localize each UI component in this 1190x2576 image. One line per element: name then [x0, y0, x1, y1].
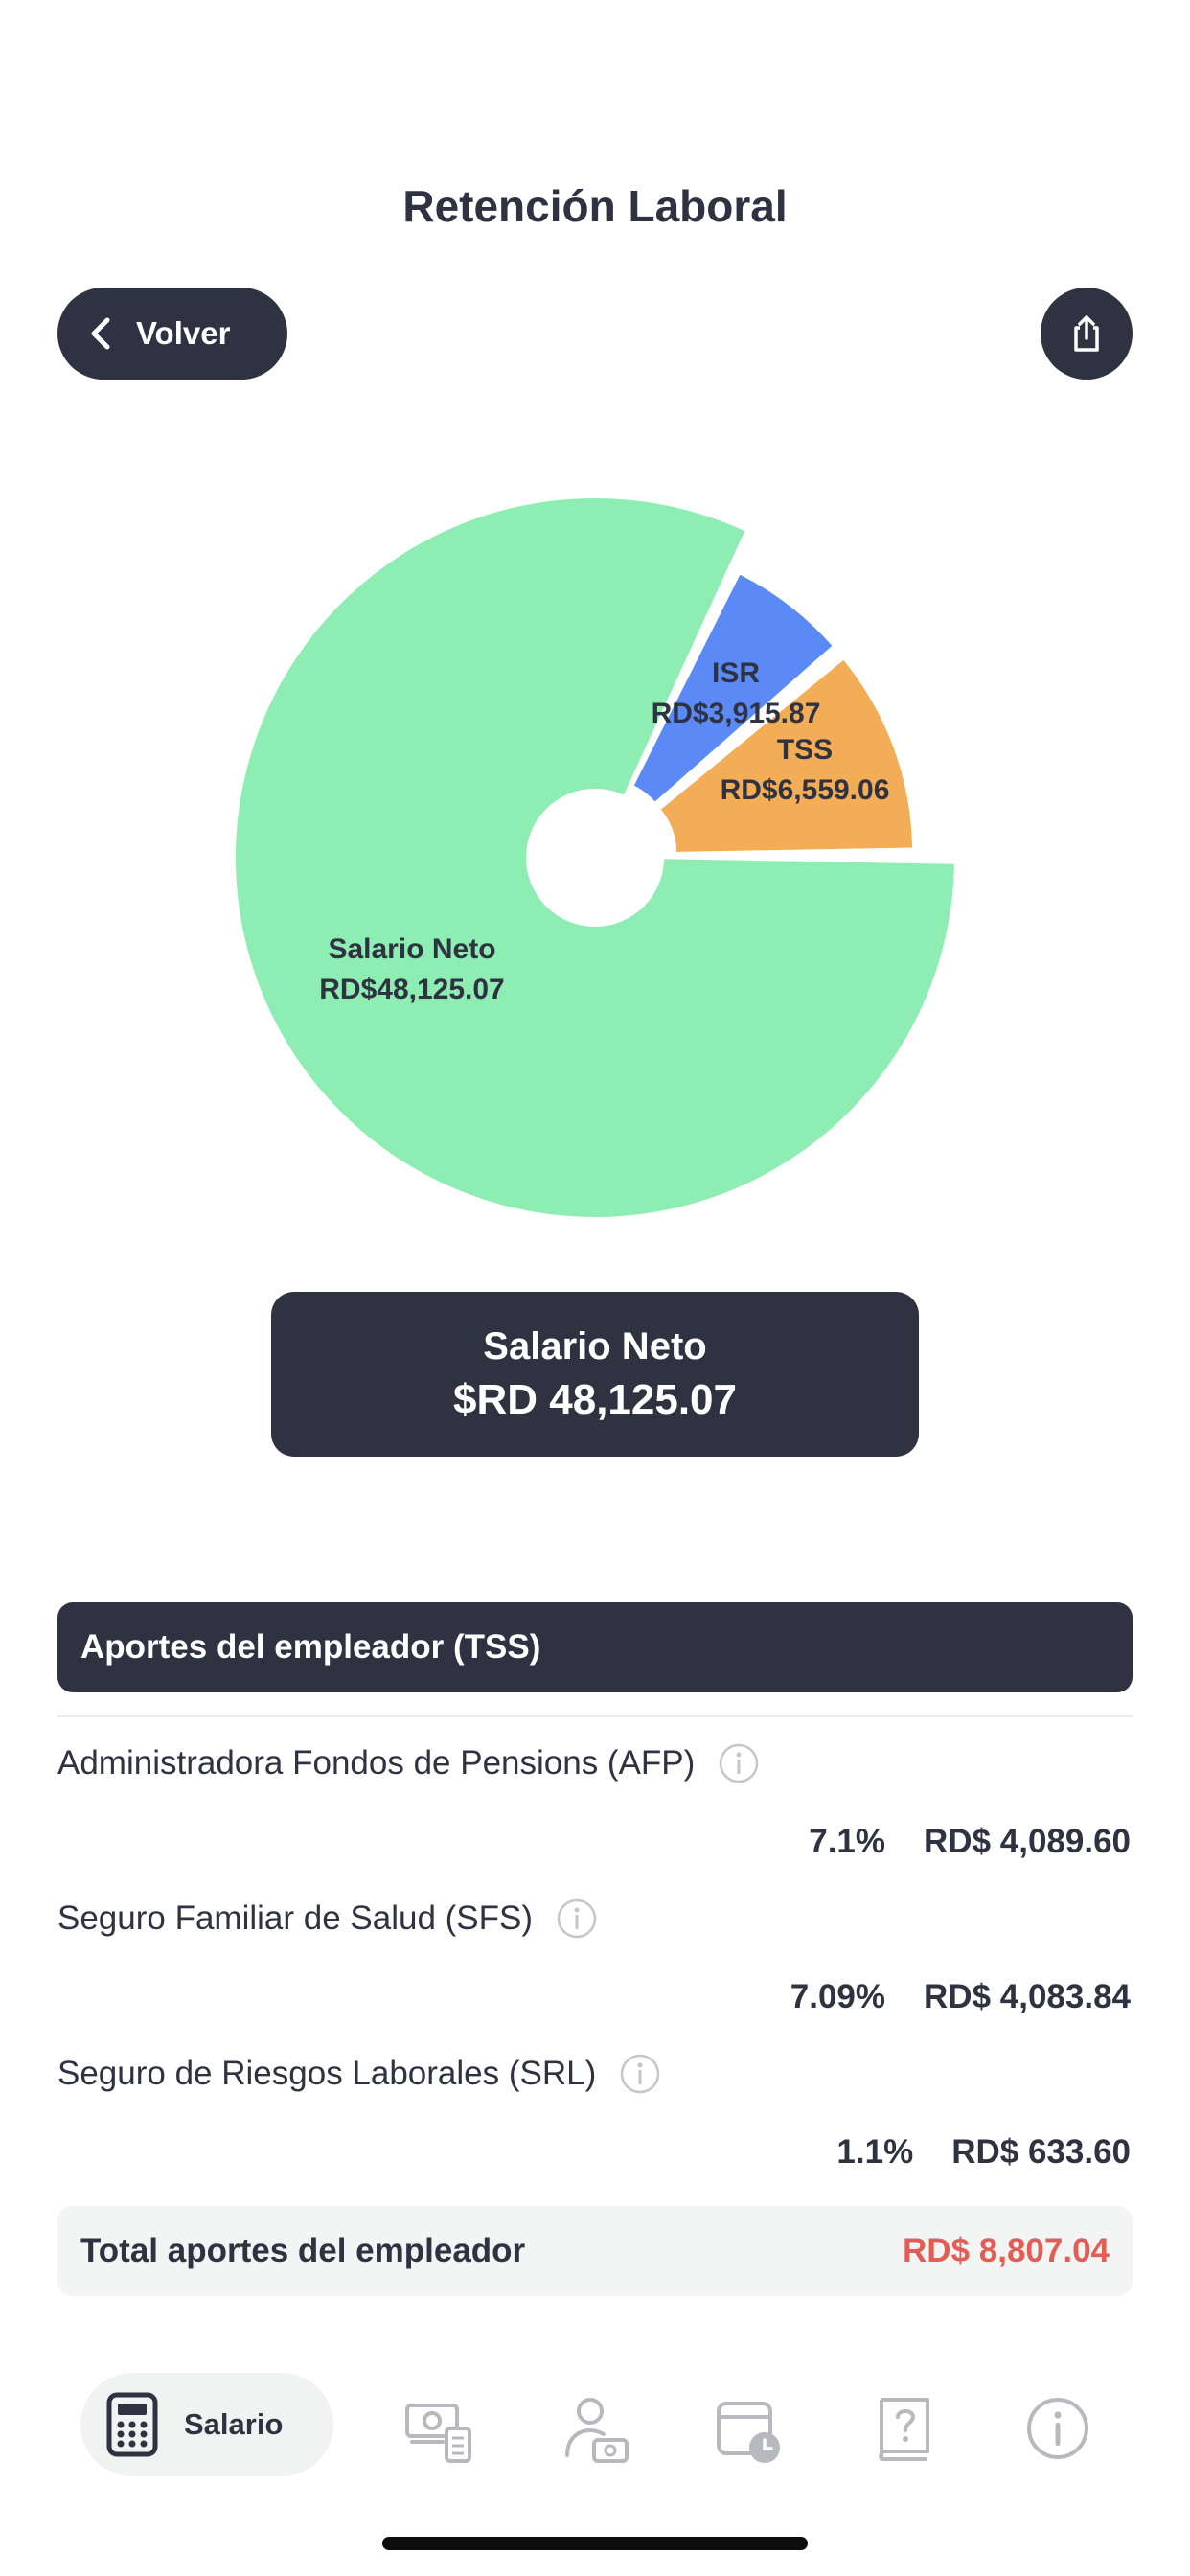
pie-label-isr: ISR: [712, 657, 760, 689]
net-salary-label: Salario Neto: [483, 1324, 707, 1368]
money-calculator-icon[interactable]: [404, 2396, 473, 2465]
afp-label: Administradora Fondos de Pensions (AFP): [57, 1744, 696, 1782]
chevron-left-icon: [91, 317, 110, 350]
net-salary-card: Salario Neto $RD 48,125.07: [271, 1292, 919, 1457]
pie-label-tss: TSS: [777, 734, 833, 766]
sfs-label: Seguro Familiar de Salud (SFS): [57, 1899, 534, 1937]
calendar-clock-icon[interactable]: [715, 2396, 784, 2465]
total-amount: RD$ 8,807.04: [903, 2232, 1110, 2269]
back-button-label: Volver: [136, 315, 231, 351]
net-salary-amount: $RD 48,125.07: [453, 1375, 737, 1423]
sfs-amount: RD$ 4,083.84: [924, 1978, 1131, 2015]
calculator-icon: [106, 2392, 158, 2457]
back-button[interactable]: Volver: [57, 288, 287, 380]
info-icon[interactable]: [1025, 2396, 1090, 2461]
tab-salario-label: Salario: [184, 2407, 284, 2441]
afp-percent: 7.1%: [809, 1823, 886, 1860]
afp-row: Administradora Fondos de Pensions (AFP): [57, 1742, 760, 1784]
total-label: Total aportes del empleador: [80, 2232, 526, 2269]
srl-percent: 1.1%: [836, 2133, 914, 2171]
srl-row: Seguro de Riesgos Laborales (SRL): [57, 2053, 661, 2095]
pie-value-salario-neto: RD$48,125.07: [319, 974, 504, 1005]
info-icon[interactable]: [556, 1898, 598, 1940]
afp-values: 7.1% RD$ 4,089.60: [809, 1823, 1131, 1861]
info-icon[interactable]: [619, 2053, 661, 2095]
employer-section-header: Aportes del empleador (TSS): [57, 1602, 1133, 1692]
page-title: Retención Laboral: [402, 181, 788, 231]
srl-values: 1.1% RD$ 633.60: [836, 2133, 1131, 2172]
person-money-icon[interactable]: [561, 2396, 630, 2465]
pie-chart: Salario Neto RD$48,125.07 ISR RD$3,915.87 TS…: [236, 498, 954, 1217]
pie-value-isr: RD$3,915.87: [652, 698, 821, 729]
pie-center-hole: [526, 789, 664, 927]
srl-amount: RD$ 633.60: [951, 2133, 1131, 2171]
employer-total-row: Total aportes del empleador RD$ 8,807.04: [57, 2206, 1133, 2296]
sfs-values: 7.09% RD$ 4,083.84: [790, 1978, 1131, 2016]
share-icon: [1074, 315, 1099, 352]
sfs-percent: 7.09%: [790, 1978, 886, 2015]
afp-amount: RD$ 4,089.60: [924, 1823, 1131, 1860]
tab-bar: Salario: [0, 2373, 1190, 2478]
sfs-row: Seguro Familiar de Salud (SFS): [57, 1898, 598, 1940]
pie-value-tss: RD$6,559.06: [721, 774, 890, 806]
home-indicator: [382, 2537, 808, 2550]
pie-label-salario-neto: Salario Neto: [328, 933, 495, 965]
question-book-icon[interactable]: [874, 2396, 935, 2465]
divider: [57, 1715, 1133, 1717]
tab-salario[interactable]: Salario: [80, 2373, 333, 2476]
srl-label: Seguro de Riesgos Laborales (SRL): [57, 2055, 597, 2092]
info-icon[interactable]: [718, 1742, 760, 1784]
share-button[interactable]: [1041, 288, 1133, 380]
